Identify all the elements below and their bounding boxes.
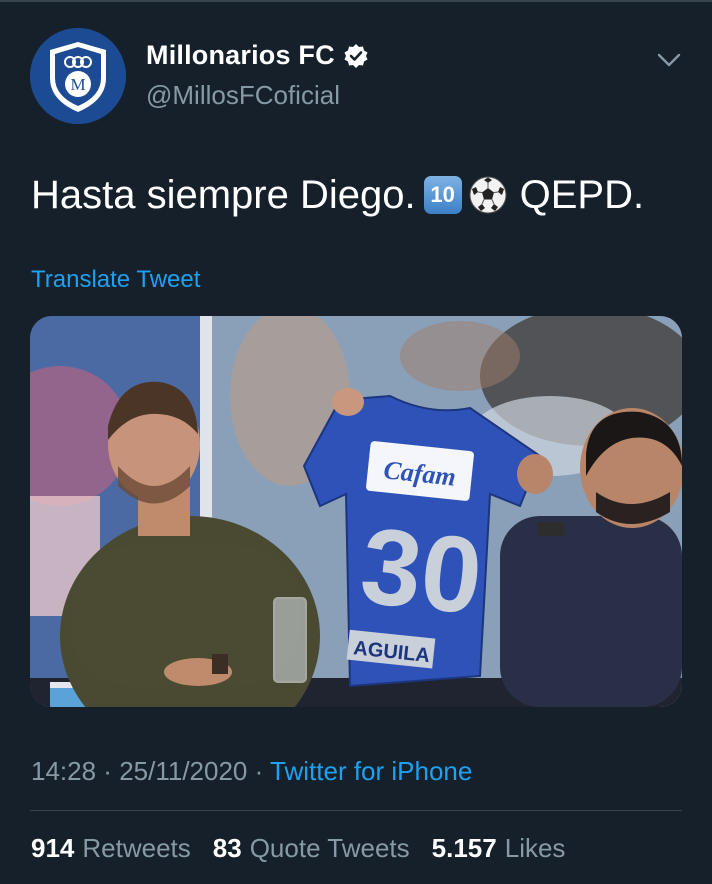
top-divider — [0, 0, 712, 2]
crest-letter: M — [70, 75, 85, 94]
retweets-label: Retweets — [82, 833, 191, 863]
keycap-ten-icon: 10 — [423, 176, 462, 214]
tweet-photo[interactable]: Cafam 30 AGUILA — [30, 316, 682, 707]
retweets-count: 914 — [31, 833, 75, 863]
retweets-stat[interactable]: 914 Retweets — [31, 833, 191, 864]
quote-tweets-label: Quote Tweets — [249, 833, 410, 863]
display-name[interactable]: Millonarios FC — [146, 40, 335, 71]
photo-illustration: Cafam 30 AGUILA — [30, 316, 682, 707]
verified-badge-icon — [344, 43, 368, 68]
translate-tweet-link[interactable]: Translate Tweet — [31, 266, 200, 294]
tweet-text-end: QEPD. — [519, 173, 645, 217]
account-handle[interactable]: @MillosFCoficial — [146, 80, 340, 111]
soccer-ball-icon — [469, 176, 507, 214]
meta-separator: · — [247, 756, 271, 786]
tweet-date[interactable]: 25/11/2020 — [119, 756, 247, 786]
tweet-stats: 914 Retweets 83 Quote Tweets 5.157 Likes — [31, 833, 565, 864]
tweet-time[interactable]: 14:28 — [31, 756, 96, 786]
chevron-down-icon[interactable] — [654, 48, 684, 72]
likes-count: 5.157 — [431, 833, 497, 863]
quote-tweets-count: 83 — [212, 833, 242, 863]
meta-separator: · — [96, 756, 120, 786]
avatar[interactable]: M — [30, 28, 126, 124]
likes-label: Likes — [504, 833, 566, 863]
jersey-number: 30 — [355, 504, 487, 637]
tweet-text: Hasta siempre Diego. 10 QEPD. — [31, 168, 644, 222]
tweet-text-main: Hasta siempre Diego. — [31, 173, 416, 217]
stats-divider — [30, 810, 682, 811]
club-crest-icon: M — [30, 28, 126, 124]
tweet-meta: 14:28 · 25/11/2020 · Twitter for iPhone — [31, 756, 472, 787]
likes-stat[interactable]: 5.157 Likes — [432, 833, 566, 864]
account-name-row[interactable]: Millonarios FC — [146, 40, 369, 71]
quote-tweets-stat[interactable]: 83 Quote Tweets — [213, 833, 410, 864]
tweet-source-link[interactable]: Twitter for iPhone — [270, 756, 472, 786]
